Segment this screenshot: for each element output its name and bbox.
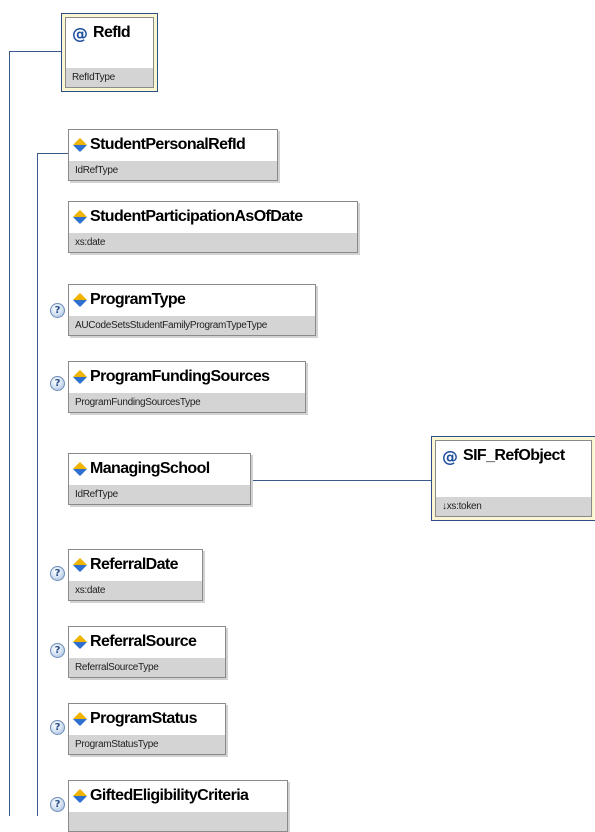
node-name: StudentPersonalRefId <box>90 136 246 153</box>
node-name: ProgramFundingSources <box>90 368 270 385</box>
node-name: ProgramType <box>90 291 186 308</box>
node-type: IdRefType <box>69 161 277 180</box>
element-diamond-icon <box>72 369 88 385</box>
element-diamond-icon <box>72 209 88 225</box>
connector-line <box>9 51 61 52</box>
attribute-at-icon: @ <box>72 23 88 43</box>
element-diamond-icon <box>72 292 88 308</box>
node-type: xs:date <box>69 233 357 252</box>
node-name: ReferralDate <box>90 556 179 573</box>
sif-refobject-attribute-node[interactable]: @ SIF_RefObject ↓xs:token <box>431 436 595 521</box>
node-type: ProgramFundingSourcesType <box>69 393 305 412</box>
node-name: ReferralSource <box>90 633 197 650</box>
node-type: RefIdType <box>66 68 153 87</box>
element-diamond-icon <box>72 557 88 573</box>
element-diamond-icon <box>72 137 88 153</box>
referral-date-node[interactable]: ReferralDate xs:date <box>68 549 203 601</box>
student-participation-as-of-date-node[interactable]: StudentParticipationAsOfDate xs:date <box>68 201 358 253</box>
optional-question-icon: ? <box>50 643 65 658</box>
connector-line <box>37 153 38 816</box>
element-diamond-icon <box>72 788 88 804</box>
optional-question-icon: ? <box>50 376 65 391</box>
node-type: AUCodeSetsStudentFamilyProgramTypeType <box>69 316 315 335</box>
node-type: ProgramStatusType <box>69 735 225 754</box>
node-name: RefId <box>93 24 131 41</box>
node-type <box>69 812 287 831</box>
node-name: GiftedEligibilityCriteria <box>90 787 249 804</box>
node-type: IdRefType <box>69 485 250 504</box>
element-diamond-icon <box>72 461 88 477</box>
optional-question-icon: ? <box>50 303 65 318</box>
node-type: ReferralSourceType <box>69 658 225 677</box>
node-name: ManagingSchool <box>90 460 210 477</box>
refid-attribute-node[interactable]: @ RefId RefIdType <box>61 13 158 92</box>
schema-diagram: @ RefId RefIdType StudentPersonalRefId I… <box>0 0 595 832</box>
optional-question-icon: ? <box>50 720 65 735</box>
node-name: SIF_RefObject <box>463 447 565 464</box>
managing-school-node[interactable]: ManagingSchool IdRefType <box>68 453 251 505</box>
element-diamond-icon <box>72 711 88 727</box>
connector-line <box>251 480 431 481</box>
program-type-node[interactable]: ProgramType AUCodeSetsStudentFamilyProgr… <box>68 284 316 336</box>
program-status-node[interactable]: ProgramStatus ProgramStatusType <box>68 703 226 755</box>
program-funding-sources-node[interactable]: ProgramFundingSources ProgramFundingSour… <box>68 361 306 413</box>
optional-question-icon: ? <box>50 566 65 581</box>
node-name: StudentParticipationAsOfDate <box>90 208 303 225</box>
referral-source-node[interactable]: ReferralSource ReferralSourceType <box>68 626 226 678</box>
optional-question-icon: ? <box>50 797 65 812</box>
student-personal-refid-node[interactable]: StudentPersonalRefId IdRefType <box>68 129 278 181</box>
node-type: ↓xs:token <box>436 497 591 516</box>
node-name: ProgramStatus <box>90 710 198 727</box>
node-type: xs:date <box>69 581 202 600</box>
connector-line <box>9 51 10 816</box>
connector-line <box>37 153 68 154</box>
gifted-eligibility-criteria-node[interactable]: GiftedEligibilityCriteria <box>68 780 288 832</box>
element-diamond-icon <box>72 634 88 650</box>
attribute-at-icon: @ <box>442 446 458 466</box>
